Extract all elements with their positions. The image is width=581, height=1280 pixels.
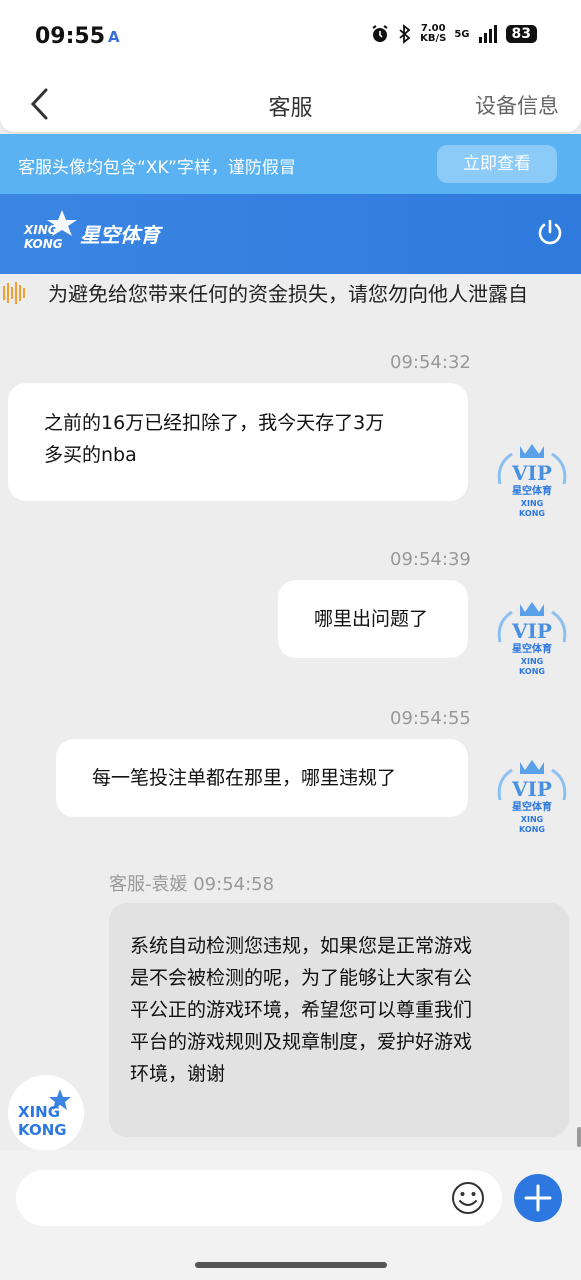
vip-word-1: XING [521, 499, 543, 508]
vip-avatar[interactable]: VIP 星空体育 XING KONG [492, 756, 572, 836]
message-line: 每一笔投注单都在那里，哪里违规了 [92, 767, 397, 789]
agent-avatar-logo: XING KONG [18, 1089, 71, 1139]
agent-meta: 客服-袁媛 09:54:58 [109, 870, 274, 896]
banner-text: 客服头像均包含“XK”字样，谨防假冒 [18, 158, 296, 178]
vip-word-1: XING [521, 815, 543, 824]
nav-bar: 客服 设备信息 [0, 76, 581, 132]
message-timestamp: 09:54:55 [390, 708, 471, 729]
signal-icon [478, 25, 497, 43]
user-message-bubble: 每一笔投注单都在那里，哪里违规了 [56, 739, 468, 817]
message-line: 之前的16万已经扣除了，我今天存了3万 [44, 412, 385, 434]
agent-avatar-word-1: XING [18, 1103, 60, 1121]
message-timestamp: 09:54:32 [390, 352, 471, 373]
logo-word-2: KONG [24, 237, 63, 251]
vip-word-1: XING [521, 657, 543, 666]
emoji-icon[interactable] [450, 1180, 486, 1216]
vip-avatar[interactable]: VIP 星空体育 XING KONG [492, 440, 572, 520]
brand-header: XING KONG 星空体育 [0, 194, 581, 274]
vip-cn: 星空体育 [512, 642, 552, 655]
message-line: 平台的游戏规则及规章制度，爱护好游戏 [130, 1031, 473, 1053]
battery-indicator: 83 [505, 25, 537, 43]
vip-text: VIP [511, 461, 552, 485]
message-timestamp: 09:54:39 [390, 549, 471, 570]
network-type: 5G [454, 28, 470, 40]
agent-name: 客服-袁媛 [109, 874, 188, 895]
message-timestamp: 09:54:58 [193, 874, 275, 895]
vip-word-2: KONG [519, 825, 545, 834]
message-line: 是不会被检测的呢，为了能够让大家有公 [130, 967, 473, 989]
home-indicator[interactable] [195, 1262, 387, 1268]
message-line: 环境，谢谢 [130, 1063, 226, 1085]
plus-icon [524, 1184, 552, 1212]
agent-avatar-word-2: KONG [18, 1121, 67, 1139]
status-time: 09:55 [35, 24, 106, 49]
vip-cn: 星空体育 [512, 800, 552, 813]
input-bar [0, 1150, 581, 1280]
user-message-bubble: 哪里出问题了 [278, 580, 468, 658]
scrollbar[interactable] [577, 1127, 581, 1147]
message-line: 平公正的游戏环境，希望您可以尊重我们 [130, 999, 473, 1021]
agent-avatar[interactable]: XING KONG [8, 1075, 84, 1151]
notice-text: 为避免给您带来任何的资金损失，请您勿向他人泄露自 [48, 282, 528, 306]
message-line: 系统自动检测您违规，如果您是正常游戏 [130, 935, 473, 957]
vip-text: VIP [511, 777, 552, 801]
brand-logo: XING KONG 星空体育 [23, 210, 163, 251]
alarm-icon [372, 25, 388, 42]
bluetooth-icon [399, 24, 411, 44]
message-input[interactable] [16, 1170, 502, 1226]
vip-avatar[interactable]: VIP 星空体育 XING KONG [492, 598, 572, 678]
sound-wave-icon [3, 282, 25, 304]
logo-word-1: XING [23, 223, 58, 237]
notice-marquee: 为避免给您带来任何的资金损失，请您勿向他人泄露自 [0, 274, 581, 310]
vip-word-2: KONG [519, 509, 545, 518]
power-icon[interactable] [535, 218, 565, 248]
vip-word-2: KONG [519, 667, 545, 676]
vip-cn: 星空体育 [512, 484, 552, 497]
user-message-bubble: 之前的16万已经扣除了，我今天存了3万 多买的nba [8, 383, 468, 501]
logo-cn: 星空体育 [80, 223, 163, 247]
security-banner: 客服头像均包含“XK”字样，谨防假冒 立即查看 [0, 134, 581, 194]
message-line: 哪里出问题了 [314, 608, 429, 630]
plus-button[interactable] [514, 1174, 562, 1222]
agent-message-bubble: 系统自动检测您违规，如果您是正常游戏 是不会被检测的呢，为了能够让大家有公 平公… [109, 903, 569, 1137]
view-now-button[interactable]: 立即查看 [437, 145, 557, 183]
network-speed: 7.00 KB/S [420, 23, 447, 44]
vip-text: VIP [511, 619, 552, 643]
device-info-link[interactable]: 设备信息 [475, 90, 559, 120]
message-line: 多买的nba [44, 444, 137, 466]
status-bar: 09:55 A 7.00 KB/S 5G 83 [0, 0, 581, 76]
a-indicator-icon: A [108, 28, 120, 46]
